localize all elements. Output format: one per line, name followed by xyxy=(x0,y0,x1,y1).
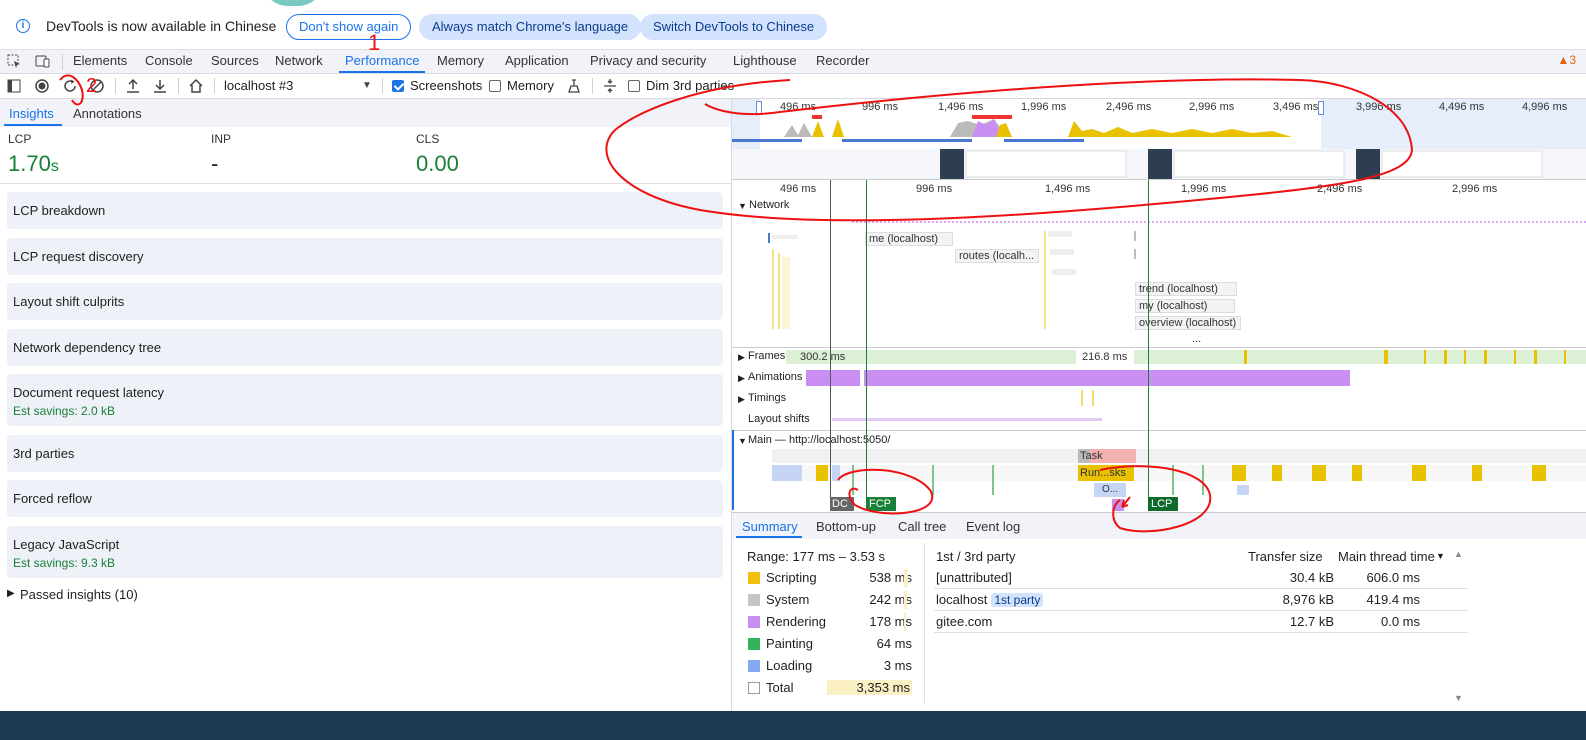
annotation-number-1: 1 xyxy=(368,30,381,55)
os-taskbar xyxy=(0,711,1586,740)
red-annotation-layer xyxy=(59,74,1414,533)
annotation-number-2: 2 xyxy=(86,75,98,97)
